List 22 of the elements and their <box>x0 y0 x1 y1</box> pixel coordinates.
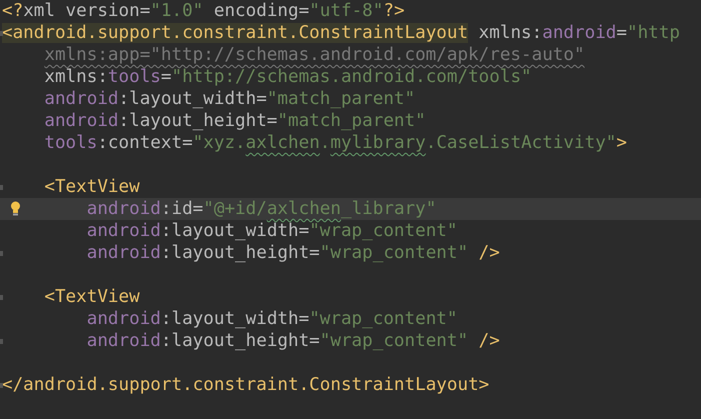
code-line: android:layout_width="match_parent" <box>44 88 416 110</box>
code-line: xmlns:app="http://schemas.android.com/apk/res-auto" <box>44 44 585 66</box>
code-line: xmlns:tools="http://schemas.android.com/tools" <box>44 66 532 88</box>
lightbulb-icon[interactable] <box>10 201 21 216</box>
fold-marker-icon[interactable] <box>0 185 3 190</box>
code-line: android:layout_height="wrap_content" /> <box>86 330 500 352</box>
fold-marker-icon[interactable] <box>0 251 3 256</box>
code-line: tools:context="xyz.axlchen.mylibrary.CaseListActivity"> <box>44 132 627 154</box>
code-line: <android.support.constraint.ConstraintLayout xmlns:android="http <box>2 22 680 44</box>
code-line: </android.support.constraint.ConstraintLayout> <box>2 374 490 396</box>
code-line: android:layout_width="wrap_content" <box>86 308 458 330</box>
code-line: <TextView <box>44 286 140 308</box>
fold-marker-icon[interactable] <box>0 31 3 36</box>
fold-marker-icon[interactable] <box>0 383 3 388</box>
code-line: <?xml version="1.0" encoding="utf-8"?> <box>2 0 405 22</box>
code-line: android:id="@+id/axlchen_library" <box>86 198 436 220</box>
fold-marker-icon[interactable] <box>0 295 3 300</box>
code-line: <TextView <box>44 176 140 198</box>
code-line: android:layout_width="wrap_content" <box>86 220 458 242</box>
fold-marker-icon[interactable] <box>0 339 3 344</box>
code-line: android:layout_height="match_parent" <box>44 110 426 132</box>
code-line: android:layout_height="wrap_content" /> <box>86 242 500 264</box>
